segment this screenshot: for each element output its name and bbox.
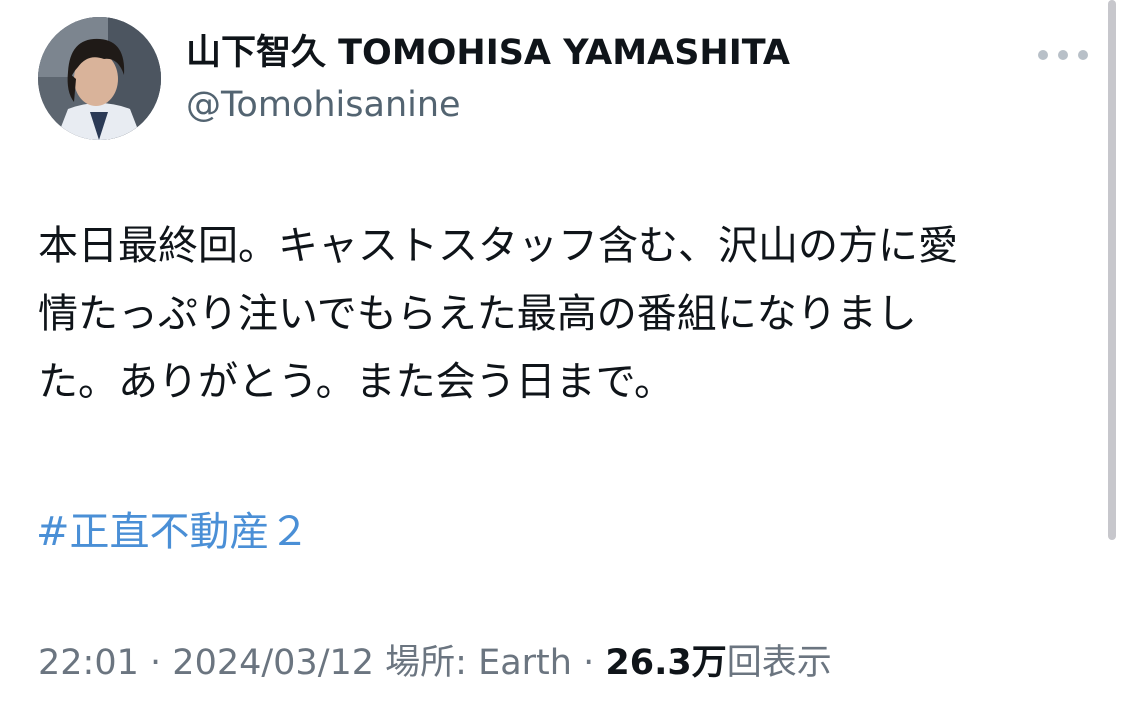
- tweet-date[interactable]: 2024/03/12: [172, 643, 374, 683]
- hashtag-link[interactable]: #正直不動産２: [36, 498, 310, 566]
- tweet-time[interactable]: 22:01: [38, 643, 139, 683]
- author-display-name[interactable]: 山下智久 TOMOHISA YAMASHITA: [186, 28, 790, 78]
- more-horizontal-icon: [1078, 50, 1088, 60]
- more-horizontal-icon: [1038, 50, 1048, 60]
- meta-separator: ·: [583, 643, 595, 683]
- view-count: 26.3万: [605, 643, 727, 683]
- meta-separator: ·: [150, 643, 162, 683]
- author-handle[interactable]: @Tomohisanine: [186, 80, 461, 130]
- tweet-text-line: 情たっぷり注いでもらえた最高の番組になりまし: [38, 291, 917, 337]
- tweet-location: 場所: Earth: [385, 643, 572, 683]
- tweet-text-line: た。ありがとう。また会う日まで。: [38, 359, 674, 405]
- more-options-button[interactable]: [1038, 40, 1088, 70]
- tweet-text: 本日最終回。キャストスタッフ含む、沢山の方に愛 情たっぷり注いでもらえた最高の番…: [38, 212, 1088, 416]
- avatar[interactable]: [38, 17, 161, 140]
- tweet-meta: 22:01 · 2024/03/12 場所: Earth · 26.3万回表示: [38, 638, 832, 688]
- view-count-label: 回表示: [726, 643, 832, 683]
- avatar-image: [38, 17, 161, 140]
- more-horizontal-icon: [1058, 50, 1068, 60]
- scrollbar[interactable]: [1108, 0, 1116, 540]
- tweet-text-line: 本日最終回。キャストスタッフ含む、沢山の方に愛: [38, 223, 958, 269]
